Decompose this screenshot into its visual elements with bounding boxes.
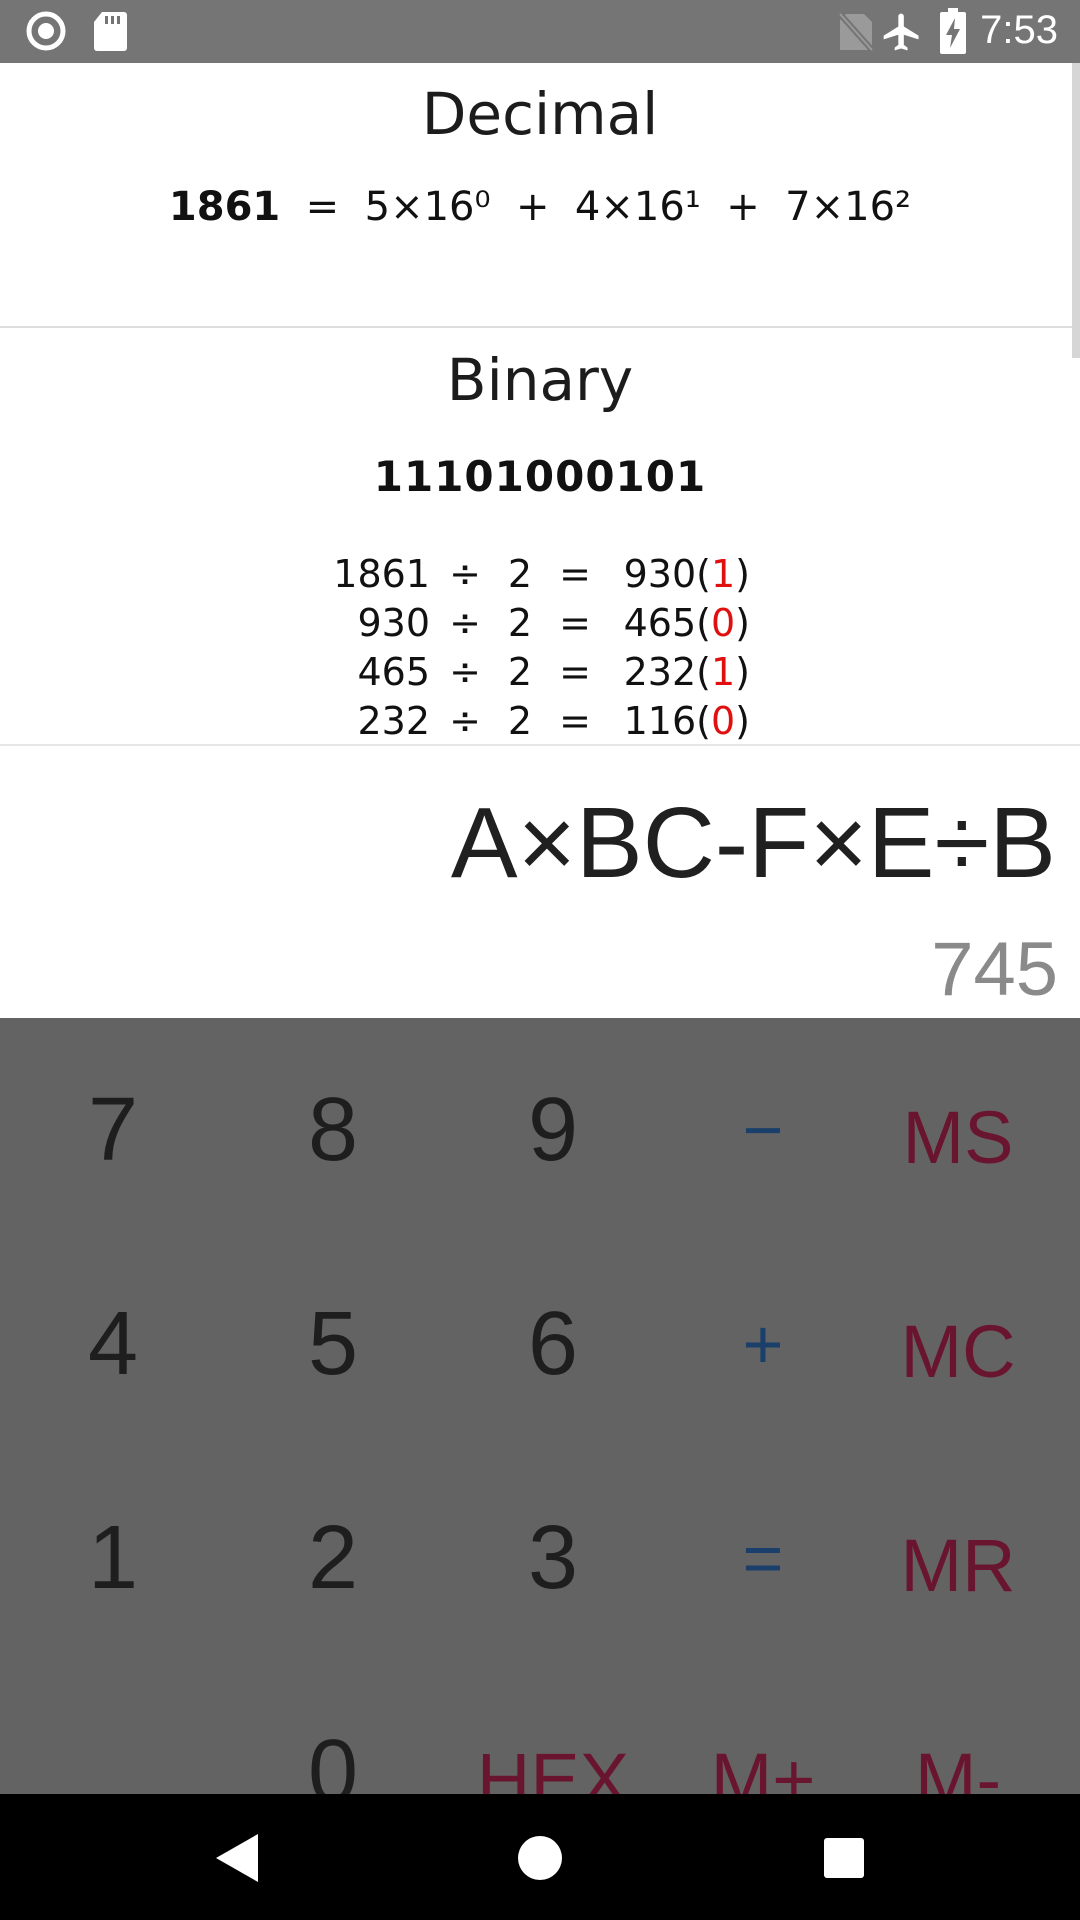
- recents-icon[interactable]: [822, 1830, 866, 1886]
- step-quotient: 232: [623, 650, 697, 694]
- status-bar: 7:53: [0, 0, 1080, 63]
- step-divisor: 2: [507, 650, 533, 694]
- no-sim-icon: [838, 12, 874, 52]
- key-4[interactable]: 4: [13, 1294, 213, 1394]
- key-0[interactable]: 0: [233, 1722, 433, 1794]
- key-6[interactable]: 6: [453, 1294, 653, 1394]
- step-quotient: 116: [623, 699, 697, 743]
- step-equals: =: [559, 650, 591, 694]
- division-step: 465 ÷ 2 = 232(1): [320, 648, 750, 697]
- decimal-expansion: 1861 = 5×16⁰ + 4×16¹ + 7×16²: [0, 184, 1080, 230]
- step-operator: ÷: [449, 699, 481, 743]
- step-quotient: 465: [623, 601, 697, 645]
- decimal-number: 1861: [168, 184, 281, 230]
- division-step: 1861 ÷ 2 = 930(1): [320, 550, 750, 599]
- step-dividend: 232: [357, 699, 430, 743]
- key-hex[interactable]: HEX: [453, 1730, 653, 1794]
- key-m-minus[interactable]: M-: [858, 1730, 1058, 1794]
- step-operator: ÷: [449, 650, 481, 694]
- step-quotient: 930: [623, 552, 697, 596]
- status-time: 7:53: [980, 8, 1058, 52]
- scrollbar[interactable]: [1072, 63, 1080, 358]
- result-display: 745: [931, 927, 1058, 1012]
- key-9[interactable]: 9: [453, 1080, 653, 1180]
- step-equals: =: [559, 699, 591, 743]
- step-equals: =: [559, 601, 591, 645]
- step-divisor: 2: [507, 699, 533, 743]
- navigation-bar: [0, 1794, 1080, 1920]
- expression-display[interactable]: A×BC-F×E÷B: [451, 786, 1056, 901]
- key-ms[interactable]: MS: [858, 1088, 1058, 1188]
- keypad: 7 8 9 − MS 4 5 6 + MC 1 2 3 = MR 0 HEX M…: [0, 1018, 1080, 1794]
- division-step: 930 ÷ 2 = 465(0): [320, 599, 750, 648]
- step-operator: ÷: [449, 552, 481, 596]
- key-plus[interactable]: +: [663, 1294, 863, 1394]
- step-dividend: 930: [357, 601, 430, 645]
- step-divisor: 2: [507, 601, 533, 645]
- step-operator: ÷: [449, 601, 481, 645]
- step-remainder: 0: [710, 601, 736, 645]
- key-2[interactable]: 2: [233, 1508, 433, 1608]
- binary-title: Binary: [446, 346, 634, 414]
- home-icon[interactable]: [512, 1830, 568, 1886]
- key-1[interactable]: 1: [13, 1508, 213, 1608]
- airplane-mode-icon: [883, 13, 919, 51]
- key-equals[interactable]: =: [663, 1508, 863, 1608]
- calculator-display: A×BC-F×E÷B 745: [0, 744, 1080, 1020]
- division-step: 232 ÷ 2 = 116(0): [320, 697, 750, 746]
- step-dividend: 1861: [333, 552, 430, 596]
- step-result: 116(0): [623, 699, 750, 743]
- key-7[interactable]: 7: [13, 1080, 213, 1180]
- binary-division-steps: 1861 ÷ 2 = 930(1) 930 ÷ 2 = 465(0) 465 ÷…: [320, 550, 750, 746]
- key-5[interactable]: 5: [233, 1294, 433, 1394]
- key-m-plus[interactable]: M+: [663, 1730, 863, 1794]
- battery-charging-icon: [940, 8, 966, 54]
- record-icon: [26, 11, 66, 51]
- step-result: 465(0): [623, 601, 750, 645]
- step-equals: =: [559, 552, 591, 596]
- key-8[interactable]: 8: [233, 1080, 433, 1180]
- key-mr[interactable]: MR: [858, 1516, 1058, 1616]
- binary-value: 11101000101: [373, 452, 707, 501]
- step-remainder: 0: [710, 699, 736, 743]
- key-mc[interactable]: MC: [858, 1302, 1058, 1402]
- sd-card-icon: [94, 12, 127, 51]
- decimal-title: Decimal: [421, 80, 659, 148]
- step-result: 232(1): [623, 650, 750, 694]
- decimal-expansion-terms: = 5×16⁰ + 4×16¹ + 7×16²: [280, 184, 912, 230]
- back-icon[interactable]: [210, 1830, 262, 1886]
- key-minus[interactable]: −: [663, 1080, 863, 1180]
- step-remainder: 1: [710, 552, 736, 596]
- key-3[interactable]: 3: [453, 1508, 653, 1608]
- step-divisor: 2: [507, 552, 533, 596]
- section-divider: [0, 326, 1080, 328]
- step-result: 930(1): [623, 552, 750, 596]
- step-dividend: 465: [357, 650, 430, 694]
- step-remainder: 1: [710, 650, 736, 694]
